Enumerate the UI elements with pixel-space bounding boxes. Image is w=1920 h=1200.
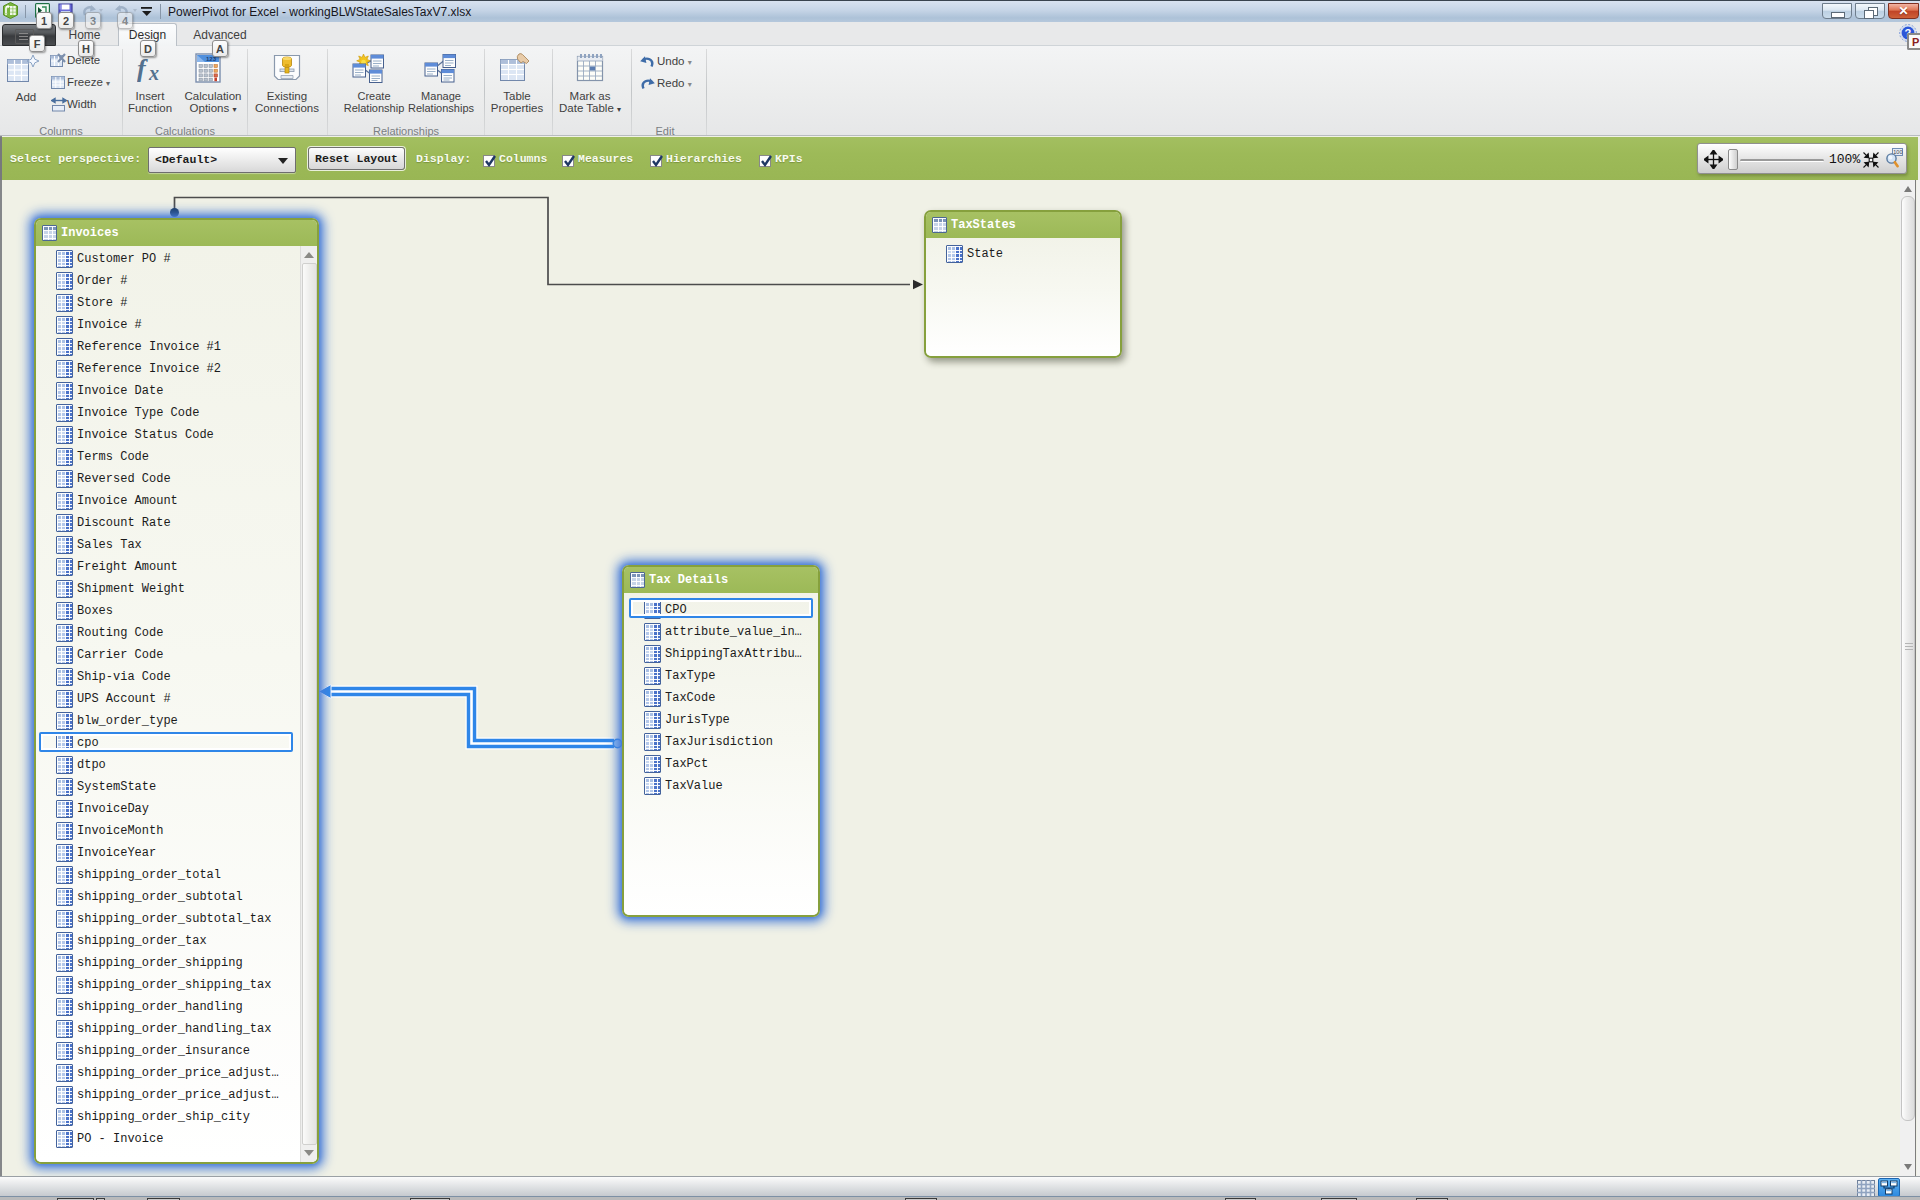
svg-text:100: 100 — [1893, 149, 1902, 155]
